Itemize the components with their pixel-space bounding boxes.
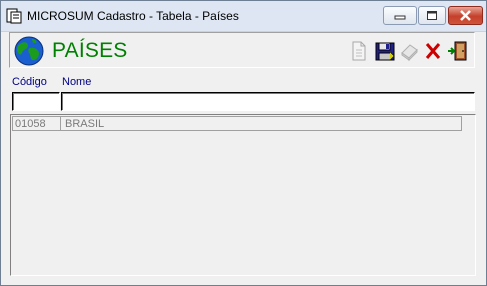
app-icon [6, 8, 22, 24]
minimize-button[interactable] [383, 6, 417, 25]
document-icon [352, 41, 366, 61]
cancel-button[interactable] [422, 40, 444, 62]
maximize-button[interactable] [418, 6, 446, 25]
window-title: MICROSUM Cadastro - Tabela - Países [27, 9, 239, 23]
nome-filter-input[interactable] [61, 92, 475, 111]
close-button[interactable] [448, 6, 483, 25]
delete-button[interactable] [398, 40, 420, 62]
title-bar[interactable]: MICROSUM Cadastro - Tabela - Países [1, 1, 486, 32]
column-header-nome: Nome [62, 76, 92, 88]
exit-button[interactable] [446, 40, 468, 62]
table-row[interactable]: 01058 BRASIL [12, 116, 462, 131]
exit-door-icon [448, 41, 467, 61]
minimize-icon [394, 15, 406, 20]
header-panel: PAÍSES [9, 32, 475, 68]
new-record-button[interactable] [348, 40, 370, 62]
save-button[interactable] [374, 40, 396, 62]
codigo-filter-input[interactable] [12, 92, 60, 111]
column-header-codigo: Código [12, 76, 47, 88]
globe-icon [14, 36, 44, 66]
floppy-disk-icon [375, 42, 395, 61]
nome-cell: BRASIL [65, 118, 105, 130]
column-separator [60, 117, 61, 130]
red-x-icon [425, 43, 441, 59]
countries-grid[interactable]: 01058 BRASIL [10, 114, 476, 276]
eraser-icon [401, 44, 418, 62]
maximize-icon [427, 11, 437, 20]
app-window: MICROSUM Cadastro - Tabela - Países PAÍS… [0, 0, 487, 286]
close-icon [460, 10, 471, 21]
page-title: PAÍSES [52, 39, 128, 62]
codigo-cell: 01058 [15, 118, 46, 130]
